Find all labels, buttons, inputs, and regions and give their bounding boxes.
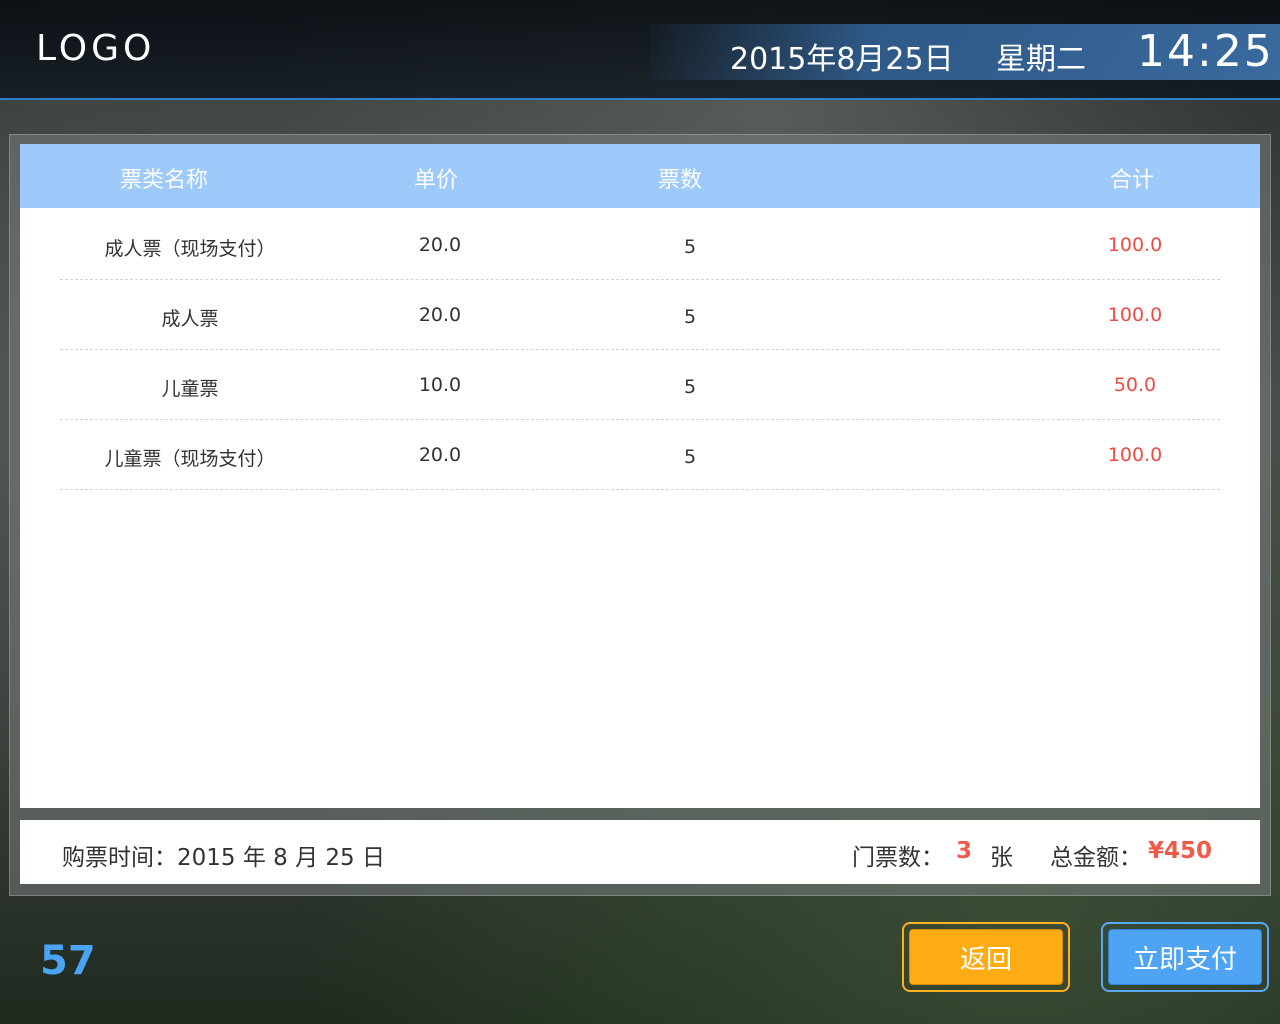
column-header-ticket-type: 票类名称 (120, 168, 209, 193)
quantity-cell: 5 (683, 376, 697, 398)
current-time: 14:25 (1137, 26, 1274, 77)
date-bar: 2015年8月25日 星期二 14:25 (650, 24, 1280, 80)
ticket-count-unit: 张 (990, 845, 1013, 871)
subtotal-cell: 50.0 (1113, 374, 1157, 396)
subtotal-cell: 100.0 (1107, 234, 1163, 256)
table-row: 儿童票（现场支付） 20.0 5 100.0 (60, 420, 1220, 490)
unit-price-cell: 20.0 (418, 444, 462, 466)
pay-button-frame: 立即支付 (1101, 922, 1269, 992)
back-button-frame: 返回 (902, 922, 1070, 992)
ticket-type-cell: 儿童票（现场支付） (104, 448, 276, 470)
ticket-table: 票类名称 单价 票数 合计 成人票（现场支付） 20.0 5 100.0 成人票… (20, 144, 1260, 808)
table-header: 票类名称 单价 票数 合计 (20, 144, 1260, 208)
total-amount-label: 总金额： (1050, 845, 1142, 871)
purchase-time: 购票时间：2015 年 8 月 25 日 (62, 845, 385, 871)
quantity-cell: 5 (683, 306, 697, 328)
column-header-quantity: 票数 (658, 168, 703, 193)
column-header-unit-price: 单价 (414, 168, 459, 193)
current-date: 2015年8月25日 (730, 42, 954, 77)
top-header: LOGO 2015年8月25日 星期二 14:25 (0, 0, 1280, 100)
logo: LOGO (36, 28, 156, 69)
column-header-subtotal: 合计 (1110, 168, 1155, 193)
countdown-timer: 57 (40, 938, 96, 984)
back-button[interactable]: 返回 (909, 929, 1063, 985)
ticket-type-cell: 成人票（现场支付） (104, 238, 276, 260)
ticket-type-cell: 儿童票 (161, 378, 219, 400)
subtotal-cell: 100.0 (1107, 444, 1163, 466)
total-amount-value: ¥450 (1148, 838, 1213, 864)
ticket-count-value: 3 (956, 838, 973, 864)
quantity-cell: 5 (683, 446, 697, 468)
unit-price-cell: 10.0 (418, 374, 462, 396)
quantity-cell: 5 (683, 236, 697, 258)
subtotal-cell: 100.0 (1107, 304, 1163, 326)
table-row: 成人票 20.0 5 100.0 (60, 280, 1220, 350)
table-row: 成人票（现场支付） 20.0 5 100.0 (60, 210, 1220, 280)
order-summary: 购票时间：2015 年 8 月 25 日 门票数： 3 张 总金额： ¥450 (20, 820, 1260, 884)
pay-now-button[interactable]: 立即支付 (1108, 929, 1262, 985)
unit-price-cell: 20.0 (418, 234, 462, 256)
table-row: 儿童票 10.0 5 50.0 (60, 350, 1220, 420)
ticket-type-cell: 成人票 (161, 308, 219, 330)
current-weekday: 星期二 (996, 42, 1086, 77)
ticket-count-label: 门票数： (852, 845, 944, 871)
unit-price-cell: 20.0 (418, 304, 462, 326)
